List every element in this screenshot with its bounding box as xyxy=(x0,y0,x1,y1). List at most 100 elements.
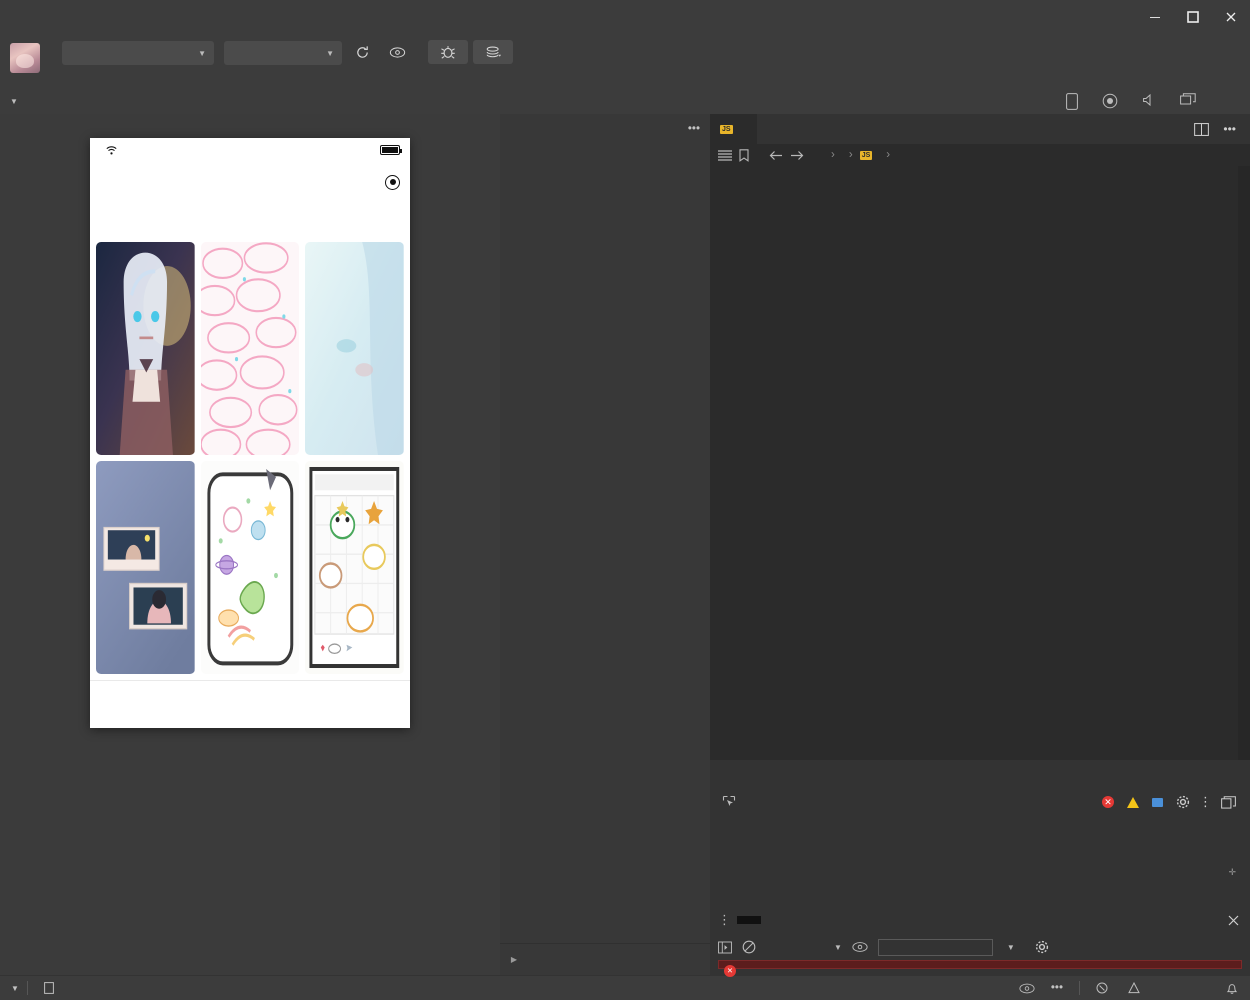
grid-cell[interactable] xyxy=(200,461,300,674)
status-bar: ▼ ••• xyxy=(0,975,1250,1000)
chevron-down-icon: ▼ xyxy=(10,97,18,106)
window-controls xyxy=(1136,0,1250,33)
list-icon[interactable] xyxy=(718,149,732,161)
title-bar xyxy=(0,0,1250,33)
battery-icon xyxy=(380,145,402,155)
split-editor-icon[interactable] xyxy=(1194,122,1210,136)
real-device-debug-button[interactable] xyxy=(428,40,468,64)
info-icon xyxy=(1152,797,1163,807)
editor-tab-linkjs[interactable]: JS xyxy=(710,114,757,144)
copy-icon[interactable] xyxy=(44,981,56,995)
console-filter-input[interactable] xyxy=(877,938,993,956)
chevron-down-icon: ▼ xyxy=(11,983,19,993)
chevron-down-icon: ▼ xyxy=(326,48,334,58)
preview-button[interactable] xyxy=(382,40,412,64)
kebab-icon[interactable]: ⋮ xyxy=(1199,795,1212,808)
dock-icon[interactable] xyxy=(1221,795,1236,809)
sidebar-icon[interactable] xyxy=(718,941,732,954)
avatar[interactable] xyxy=(10,43,40,73)
more-icon[interactable]: ••• xyxy=(1223,122,1236,136)
close-icon[interactable] xyxy=(1227,914,1240,927)
grid-cell[interactable] xyxy=(200,242,300,455)
phone-nav-bar xyxy=(90,162,410,202)
gear-icon[interactable] xyxy=(1176,795,1190,809)
code-content[interactable] xyxy=(762,166,1250,760)
window-icon[interactable] xyxy=(1180,92,1196,110)
eye-icon[interactable] xyxy=(852,941,868,953)
devtools-status: ✕ ⋮ xyxy=(1102,795,1244,809)
clear-cache-button[interactable] xyxy=(473,40,513,64)
capsule-buttons[interactable] xyxy=(375,174,400,190)
phone-rotate-icon[interactable] xyxy=(1066,92,1078,110)
line-gutter xyxy=(710,166,762,760)
grid-cell[interactable] xyxy=(96,461,195,674)
compile-button[interactable] xyxy=(347,40,377,64)
code-editor[interactable] xyxy=(710,166,1250,760)
more-icon[interactable]: ••• xyxy=(1051,982,1063,994)
app-window: ▼ ▼ ▼ ••• ▶ JS ••• › › JS › ✕ ⋮ ✛ ⋮ ▼ ▼ … xyxy=(0,0,1250,1000)
console-title[interactable] xyxy=(737,916,761,924)
status-carrier xyxy=(100,145,117,155)
error-icon: ✕ xyxy=(1102,796,1114,808)
image-grid xyxy=(90,236,410,680)
chevron-right-icon: ▶ xyxy=(510,955,518,964)
console-header: ⋮ xyxy=(710,906,1250,934)
outline-section[interactable]: ▶ xyxy=(500,943,710,975)
editor-status-group xyxy=(1156,982,1250,995)
inspect-icon[interactable] xyxy=(716,795,744,809)
mode-select[interactable]: ▼ xyxy=(62,41,214,65)
explorer-header: ••• xyxy=(500,114,710,144)
console-toolbar: ▼ ▼ xyxy=(710,934,1250,960)
error-count-badge[interactable]: ✕ xyxy=(1102,796,1118,808)
record-icon[interactable] xyxy=(1102,93,1118,110)
grid-cell[interactable] xyxy=(305,461,404,674)
console-context-select[interactable]: ▼ xyxy=(782,943,842,952)
chevron-down-icon: ▼ xyxy=(198,48,206,58)
wifi-icon xyxy=(106,145,117,155)
capsule-close-icon[interactable] xyxy=(385,174,400,190)
grid-cell[interactable] xyxy=(96,242,195,455)
editor-scrollbar[interactable] xyxy=(1238,166,1250,760)
debug-panel-tabs xyxy=(710,760,1250,788)
styles-tab-bar xyxy=(710,832,1250,858)
compile-select[interactable]: ▼ xyxy=(224,41,342,65)
kebab-icon[interactable]: ⋮ xyxy=(718,913,731,926)
devtools-tab-bar: ✕ ⋮ xyxy=(710,788,1250,816)
phone-status-bar xyxy=(90,138,410,162)
clear-console-icon[interactable] xyxy=(742,940,756,954)
maximize-button[interactable] xyxy=(1174,0,1212,33)
page-path-group: ▼ xyxy=(0,981,56,995)
console-error-message: ✕ xyxy=(718,960,1242,977)
chevron-down-icon: ▼ xyxy=(1006,942,1015,952)
bookmark-icon[interactable] xyxy=(739,148,749,162)
grid-cell[interactable] xyxy=(305,242,404,455)
volume-icon[interactable] xyxy=(1142,93,1156,110)
styles-body xyxy=(710,884,1250,906)
js-icon: JS xyxy=(720,124,733,134)
error-icon: ✕ xyxy=(724,965,736,977)
device-selector[interactable]: ▼ xyxy=(0,95,18,107)
page-path-select[interactable]: ▼ xyxy=(8,984,19,993)
minimize-button[interactable] xyxy=(1136,0,1174,33)
close-button[interactable] xyxy=(1212,0,1250,33)
info-count-badge[interactable] xyxy=(1152,797,1167,807)
forward-arrow-icon[interactable] xyxy=(790,150,804,161)
outline-warning-badge[interactable] xyxy=(1128,982,1144,994)
outline-error-badge[interactable] xyxy=(1096,982,1112,994)
bell-icon[interactable] xyxy=(1226,982,1238,995)
simulator-pane xyxy=(0,114,500,975)
console-levels-select[interactable]: ▼ xyxy=(1003,943,1015,952)
workspace: ••• ▶ JS ••• › › JS › ✕ ⋮ ✛ ⋮ ▼ ▼ ✕ xyxy=(0,114,1250,977)
device-bar: ▼ xyxy=(0,88,1250,114)
chevron-right-icon: › xyxy=(831,149,835,161)
warning-triangle-icon xyxy=(1128,982,1140,994)
editor-tab-strip: JS ••• xyxy=(710,114,1250,144)
back-arrow-icon[interactable] xyxy=(769,150,783,161)
more-icon[interactable]: ••• xyxy=(688,123,700,135)
error-circle-icon xyxy=(1096,982,1108,994)
eye-icon[interactable] xyxy=(1019,983,1035,994)
gear-icon[interactable] xyxy=(1035,940,1049,954)
warning-count-badge[interactable] xyxy=(1127,796,1143,808)
add-style-icon[interactable]: ✛ xyxy=(1229,864,1236,878)
explorer-pane: ••• ▶ xyxy=(500,114,710,975)
